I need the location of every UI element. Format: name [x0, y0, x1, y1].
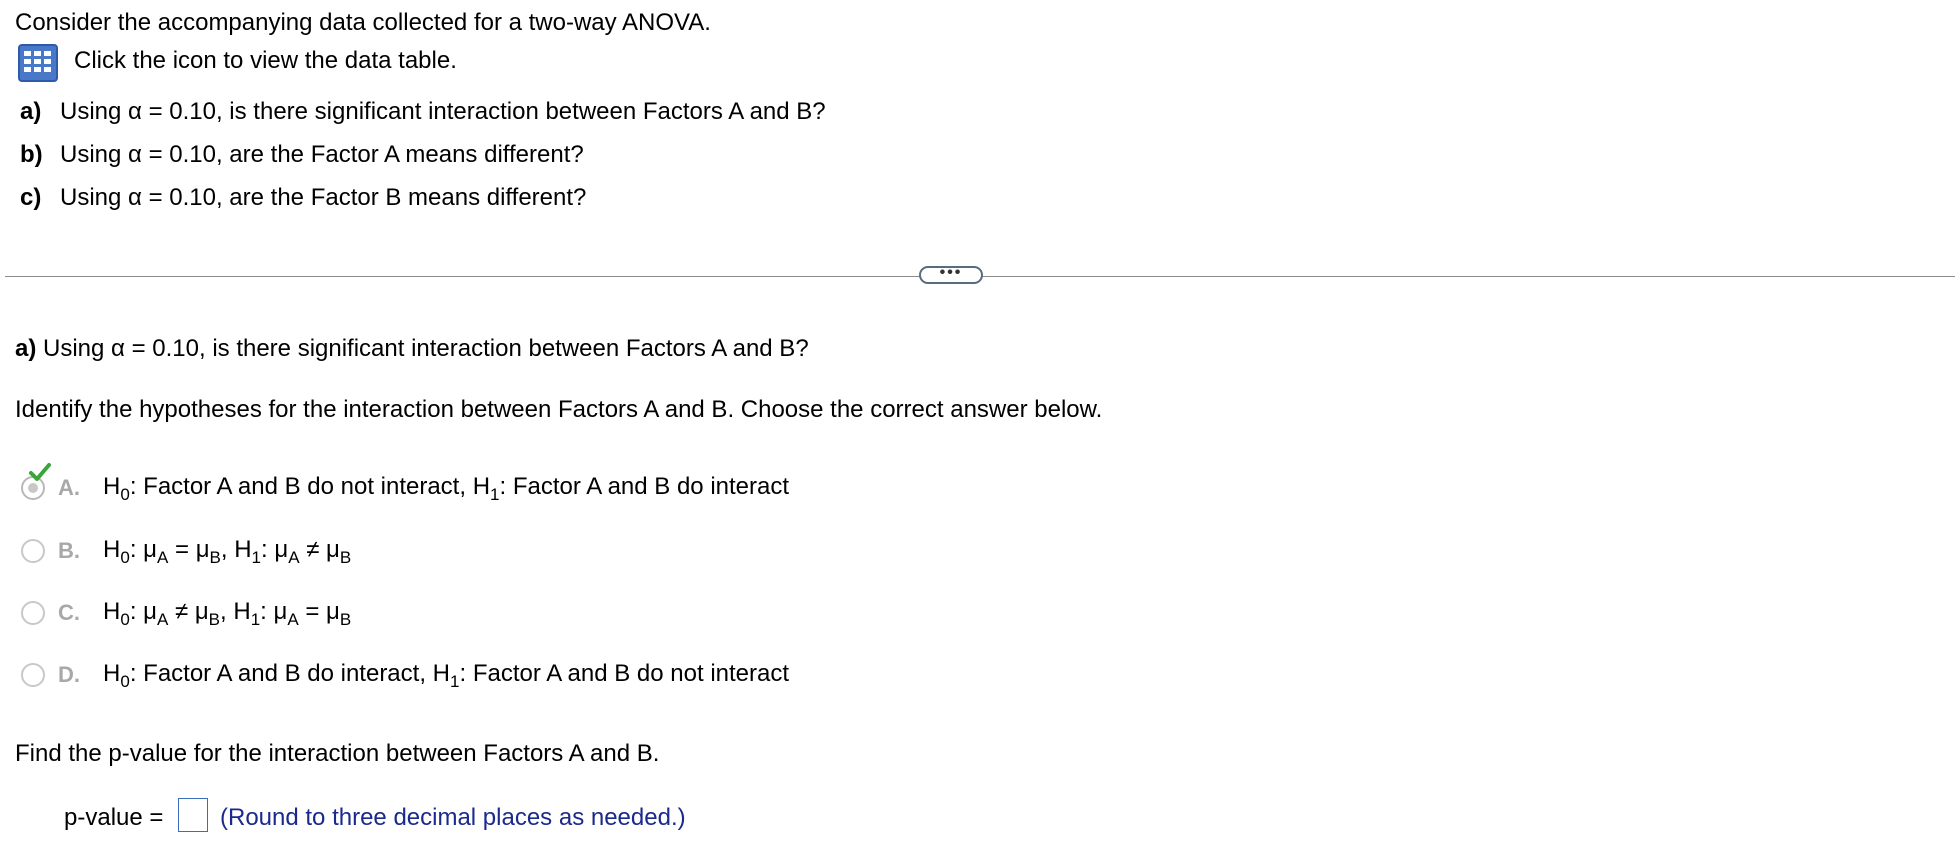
- checkmark-icon: [29, 463, 51, 481]
- question-a: a) Using α = 0.10, is there significant i…: [20, 98, 826, 126]
- instruction-text: Identify the hypotheses for the interact…: [15, 396, 1103, 423]
- option-text: H0: μA = μB, H1: μA ≠ μB: [103, 536, 352, 567]
- question-text: Using α = 0.10, are the Factor B means d…: [60, 184, 587, 211]
- option-text: H0: Factor A and B do not interact, H1: …: [103, 473, 790, 504]
- radio-button[interactable]: [21, 663, 45, 687]
- option-letter: B.: [58, 538, 80, 563]
- question-text: Using α = 0.10, is there significant int…: [60, 98, 826, 125]
- option-text: H0: Factor A and B do interact, H1: Fact…: [103, 660, 790, 691]
- pvalue-input[interactable]: [178, 798, 208, 832]
- rounding-hint: (Round to three decimal places as needed…: [220, 804, 686, 831]
- data-table-icon[interactable]: [18, 44, 58, 82]
- question-c: c) Using α = 0.10, are the Factor B means…: [20, 184, 586, 212]
- question-text: Using α = 0.10, are the Factor A means d…: [60, 141, 584, 168]
- radio-button[interactable]: [21, 539, 45, 563]
- expand-ellipsis-button[interactable]: •••: [919, 265, 983, 284]
- option-text: H0: μA ≠ μB, H1: μA = μB: [103, 598, 352, 629]
- option-letter: D.: [58, 662, 80, 687]
- part-question: Using α = 0.10, is there significant int…: [43, 335, 809, 362]
- option-letter: C.: [58, 600, 80, 625]
- question-letter: b): [20, 141, 43, 168]
- intro-text: Consider the accompanying data collected…: [15, 9, 711, 36]
- question-letter: a): [20, 98, 42, 125]
- option-letter: A.: [58, 475, 80, 500]
- part-a-heading: a) Using α = 0.10, is there significant …: [15, 335, 809, 363]
- data-table-link-text[interactable]: Click the icon to view the data table.: [74, 47, 457, 75]
- question-b: b) Using α = 0.10, are the Factor A means…: [20, 141, 584, 169]
- question-letter: c): [20, 184, 42, 211]
- part-letter: a): [15, 335, 37, 362]
- pvalue-label: p-value =: [64, 804, 164, 831]
- radio-button[interactable]: [21, 601, 45, 625]
- find-pvalue-text: Find the p-value for the interaction bet…: [15, 740, 660, 767]
